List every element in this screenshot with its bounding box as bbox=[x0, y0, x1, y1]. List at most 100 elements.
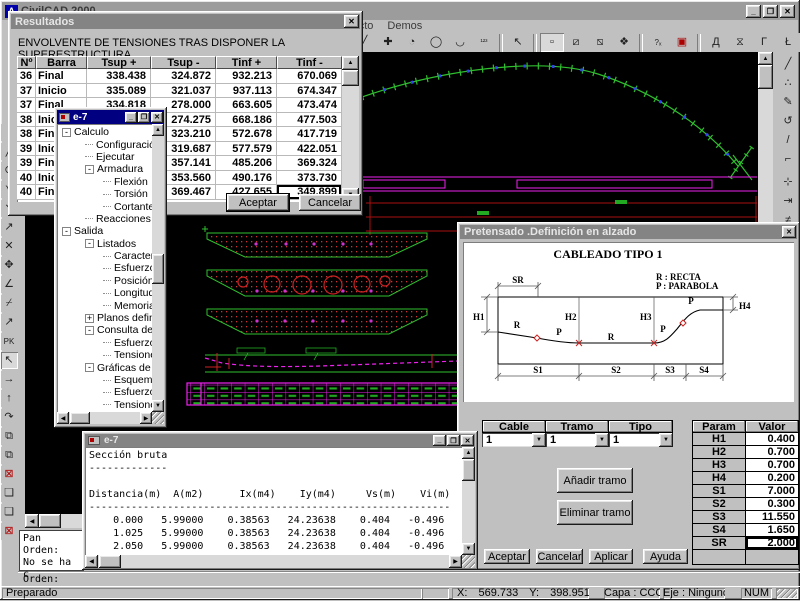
scroll-up-icon[interactable]: ▲ bbox=[462, 447, 475, 459]
result-cell[interactable]: 373.730 bbox=[277, 171, 342, 186]
zoom-previous-icon[interactable]: ⧅ bbox=[588, 33, 612, 52]
rotate-icon[interactable]: ↷ bbox=[1, 409, 18, 426]
points-icon[interactable]: ∴ bbox=[780, 75, 797, 92]
vscrollbar[interactable]: ▲ ▼ bbox=[462, 447, 475, 555]
tree-item[interactable]: -Listados bbox=[57, 238, 152, 250]
tree-item[interactable]: Memoria bbox=[57, 299, 152, 311]
result-cell[interactable]: 417.719 bbox=[277, 127, 342, 142]
tree-item[interactable]: Caracter bbox=[57, 250, 152, 262]
scroll-down-icon[interactable]: ▼ bbox=[152, 400, 164, 412]
collapse-icon[interactable]: - bbox=[62, 128, 71, 137]
tree-item[interactable]: Tensione bbox=[57, 349, 152, 361]
delete-window-icon[interactable]: ⊠ bbox=[1, 523, 18, 540]
result-cell[interactable]: 37 bbox=[17, 98, 36, 113]
window-alt-icon[interactable]: ❏ bbox=[1, 504, 18, 521]
result-cell[interactable]: 40 bbox=[17, 171, 36, 186]
result-cell[interactable]: 473.474 bbox=[277, 98, 342, 113]
select-arrow-icon[interactable]: ↖ bbox=[1, 352, 18, 369]
resize-grip[interactable] bbox=[152, 412, 164, 424]
result-cell[interactable]: 338.438 bbox=[87, 69, 151, 84]
line-icon[interactable]: ╱ bbox=[780, 56, 797, 73]
scroll-thumb[interactable] bbox=[70, 412, 90, 424]
angle-icon[interactable]: ∠ bbox=[1, 276, 18, 293]
aplicar-button[interactable]: Aplicar bbox=[589, 549, 633, 564]
close-icon[interactable]: ✕ bbox=[151, 112, 163, 123]
scroll-down-icon[interactable]: ▼ bbox=[462, 543, 475, 555]
chevron-down-icon[interactable]: ▼ bbox=[532, 433, 546, 447]
minimize-button[interactable]: _ bbox=[433, 435, 446, 446]
param-value-cell[interactable]: 11.550 bbox=[746, 511, 799, 524]
chevron-down-icon[interactable]: ▼ bbox=[595, 433, 609, 447]
scroll-thumb[interactable] bbox=[758, 65, 773, 89]
param-value-cell[interactable]: 0.700 bbox=[746, 446, 799, 459]
result-cell[interactable]: 674.347 bbox=[277, 84, 342, 99]
param-value-cell[interactable]: 0.400 bbox=[746, 433, 799, 446]
minimize-button[interactable]: _ bbox=[125, 112, 137, 123]
tree-item[interactable]: Longitud bbox=[57, 287, 152, 299]
scroll-thumb[interactable] bbox=[462, 459, 475, 481]
expand-icon[interactable]: + bbox=[85, 314, 94, 323]
tree-item[interactable]: -Calculo bbox=[57, 126, 152, 138]
collapse-icon[interactable]: - bbox=[62, 227, 71, 236]
numbers-tool-icon[interactable]: ¹²³ bbox=[472, 33, 496, 52]
move-icon[interactable]: ✥ bbox=[1, 257, 18, 274]
param-value-cell[interactable]: 7.000 bbox=[746, 485, 799, 498]
result-cell[interactable]: Inicio bbox=[36, 84, 87, 99]
circle-tool-icon[interactable]: ◯ bbox=[424, 33, 448, 52]
tree-item[interactable]: Torsión bbox=[57, 188, 152, 200]
result-cell[interactable]: 40 bbox=[17, 185, 36, 200]
undo-icon[interactable]: ↺ bbox=[780, 113, 797, 130]
hscrollbar[interactable]: ◀ ▶ bbox=[85, 555, 462, 568]
param-value-cell[interactable]: 0.700 bbox=[746, 459, 799, 472]
close-button[interactable]: ✕ bbox=[780, 5, 795, 18]
pier-icon[interactable]: Д bbox=[704, 33, 728, 52]
menu-item-demos[interactable]: Demos bbox=[387, 20, 422, 32]
result-cell[interactable]: 321.037 bbox=[151, 84, 216, 99]
param-value-cell[interactable]: 0.300 bbox=[746, 498, 799, 511]
combo-tramo[interactable]: 1▼ bbox=[546, 433, 609, 447]
zoom-dynamic-icon[interactable]: ⧄ bbox=[564, 33, 588, 52]
tree-item[interactable]: Flexión bbox=[57, 176, 152, 188]
param-value-cell[interactable]: 2.000 bbox=[746, 537, 799, 550]
result-cell[interactable]: 490.176 bbox=[216, 171, 277, 186]
ayuda-button[interactable]: Ayuda bbox=[643, 549, 688, 564]
result-cell[interactable]: 422.051 bbox=[277, 142, 342, 157]
resize-grip[interactable] bbox=[462, 555, 475, 568]
tree-item[interactable]: -Consulta de bbox=[57, 324, 152, 336]
tree-item[interactable]: Posición bbox=[57, 275, 152, 287]
tree-item[interactable]: Tensione bbox=[57, 399, 152, 411]
maximize-button[interactable]: ❐ bbox=[447, 435, 460, 446]
help-icon[interactable]: ?ₓ bbox=[646, 33, 670, 52]
extend-snap-icon[interactable]: ↗ bbox=[1, 219, 18, 236]
tree-item[interactable]: -Armadura bbox=[57, 163, 152, 175]
redraw-icon[interactable]: ▣ bbox=[670, 33, 694, 52]
close-icon[interactable]: ✕ bbox=[461, 435, 474, 446]
collapse-icon[interactable]: - bbox=[85, 363, 94, 372]
scroll-right-icon[interactable]: ▶ bbox=[449, 555, 462, 568]
eliminar-tramo-button[interactable]: Eliminar tramo bbox=[557, 500, 633, 525]
scroll-thumb[interactable] bbox=[342, 70, 359, 86]
result-cell[interactable]: 577.579 bbox=[216, 142, 277, 157]
result-cell[interactable]: 937.113 bbox=[216, 84, 277, 99]
scroll-up-icon[interactable]: ▲ bbox=[342, 56, 359, 70]
slash-icon[interactable]: / bbox=[780, 132, 797, 149]
pier-tapered-icon[interactable]: ⧖ bbox=[728, 33, 752, 52]
param-value-cell[interactable]: 0.200 bbox=[746, 472, 799, 485]
collapse-icon[interactable]: - bbox=[85, 326, 94, 335]
tree-item[interactable]: Configuració bbox=[57, 138, 152, 150]
result-cell[interactable]: 670.069 bbox=[277, 69, 342, 84]
scroll-left-icon[interactable]: ◀ bbox=[25, 514, 39, 528]
scroll-thumb[interactable] bbox=[99, 555, 121, 568]
tangent-icon[interactable]: ↗ bbox=[1, 314, 18, 331]
pk-icon[interactable]: PK bbox=[1, 333, 18, 350]
result-cell[interactable]: 38 bbox=[17, 127, 36, 142]
command-prompt-line[interactable]: Orden: bbox=[18, 571, 800, 587]
column-header[interactable]: Tinf - bbox=[277, 56, 342, 69]
result-cell[interactable]: 572.678 bbox=[216, 127, 277, 142]
combo-tipo[interactable]: 1▼ bbox=[609, 433, 673, 447]
cancelar-button[interactable]: Cancelar bbox=[299, 194, 361, 211]
column-header[interactable]: Tinf + bbox=[216, 56, 277, 69]
result-cell[interactable]: 335.089 bbox=[87, 84, 151, 99]
chevron-down-icon[interactable]: ▼ bbox=[659, 433, 673, 447]
scroll-left-icon[interactable]: ◀ bbox=[57, 412, 69, 424]
